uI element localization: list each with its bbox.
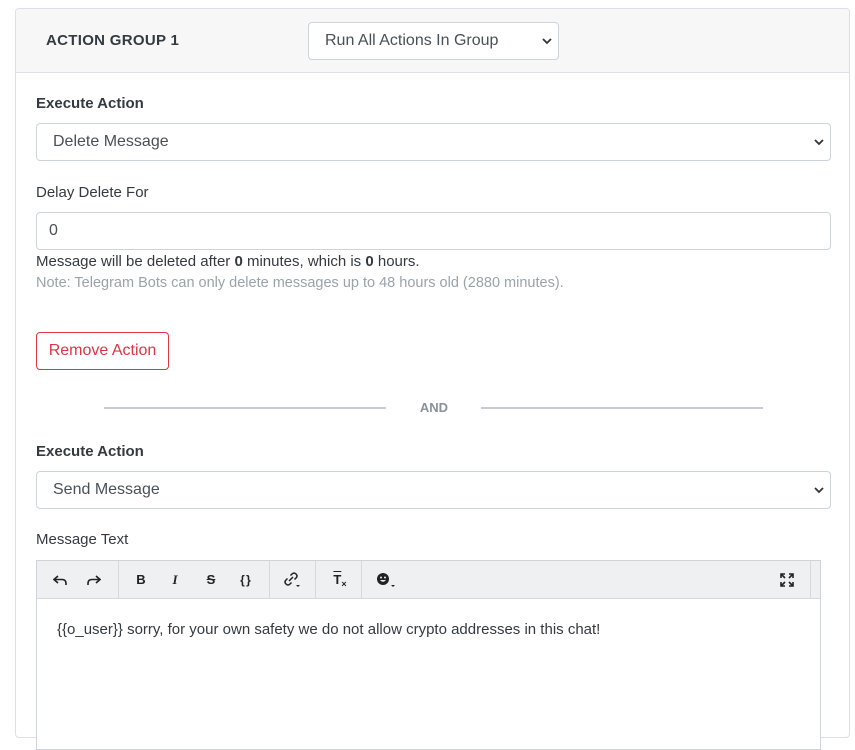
group-mode-select[interactable]: Run All Actions In Group: [308, 22, 559, 60]
strikethrough-button[interactable]: S: [196, 561, 226, 598]
action-group-header: ACTION GROUP 1 Run All Actions In Group: [16, 9, 849, 73]
divider-line-left: [104, 407, 386, 409]
group-mode-value: Run All Actions In Group: [325, 32, 499, 49]
execute-action-value-1: Delete Message: [53, 133, 169, 150]
message-text-label: Message Text: [36, 531, 129, 548]
fullscreen-icon[interactable]: [772, 561, 802, 598]
toolbar-separator: [269, 561, 270, 598]
redo-icon[interactable]: [79, 561, 109, 598]
toolbar-separator: [361, 561, 362, 598]
help-minutes: 0: [234, 253, 243, 270]
delay-delete-value: 0: [49, 222, 58, 239]
editor-toolbar: B I S { } T ×: [37, 561, 820, 599]
delay-delete-label: Delay Delete For: [36, 184, 149, 201]
execute-action-label-2: Execute Action: [36, 443, 144, 460]
chevron-down-icon: [814, 139, 824, 146]
remove-action-button[interactable]: Remove Action: [36, 332, 169, 370]
divider-line-right: [481, 407, 763, 409]
action-group-card: ACTION GROUP 1 Run All Actions In Group …: [15, 8, 850, 750]
telegram-note: Note: Telegram Bots can only delete mess…: [36, 275, 564, 291]
execute-action-select-2[interactable]: Send Message: [36, 471, 831, 509]
bold-button[interactable]: B: [126, 561, 156, 598]
execute-action-label-1: Execute Action: [36, 95, 144, 112]
italic-button[interactable]: I: [160, 561, 190, 598]
emoji-icon[interactable]: [371, 561, 401, 598]
link-icon[interactable]: [277, 561, 307, 598]
undo-icon[interactable]: [45, 561, 75, 598]
delete-help-text: Message will be deleted after 0 minutes,…: [36, 253, 420, 270]
help-hours: 0: [365, 253, 374, 270]
execute-action-select-1[interactable]: Delete Message: [36, 123, 831, 161]
clear-format-button[interactable]: T ×: [325, 561, 355, 598]
delay-delete-input[interactable]: 0: [36, 212, 831, 250]
action-group-title: ACTION GROUP 1: [46, 32, 180, 49]
toolbar-separator: [118, 561, 119, 598]
code-button[interactable]: { }: [230, 561, 260, 598]
execute-action-value-2: Send Message: [53, 481, 160, 498]
chevron-down-icon: [814, 487, 824, 494]
toolbar-separator: [810, 561, 811, 598]
message-text-content[interactable]: {{o_user}} sorry, for your own safety we…: [57, 621, 600, 638]
chevron-down-icon: [542, 38, 552, 45]
toolbar-separator: [315, 561, 316, 598]
and-divider-text: AND: [419, 400, 449, 415]
